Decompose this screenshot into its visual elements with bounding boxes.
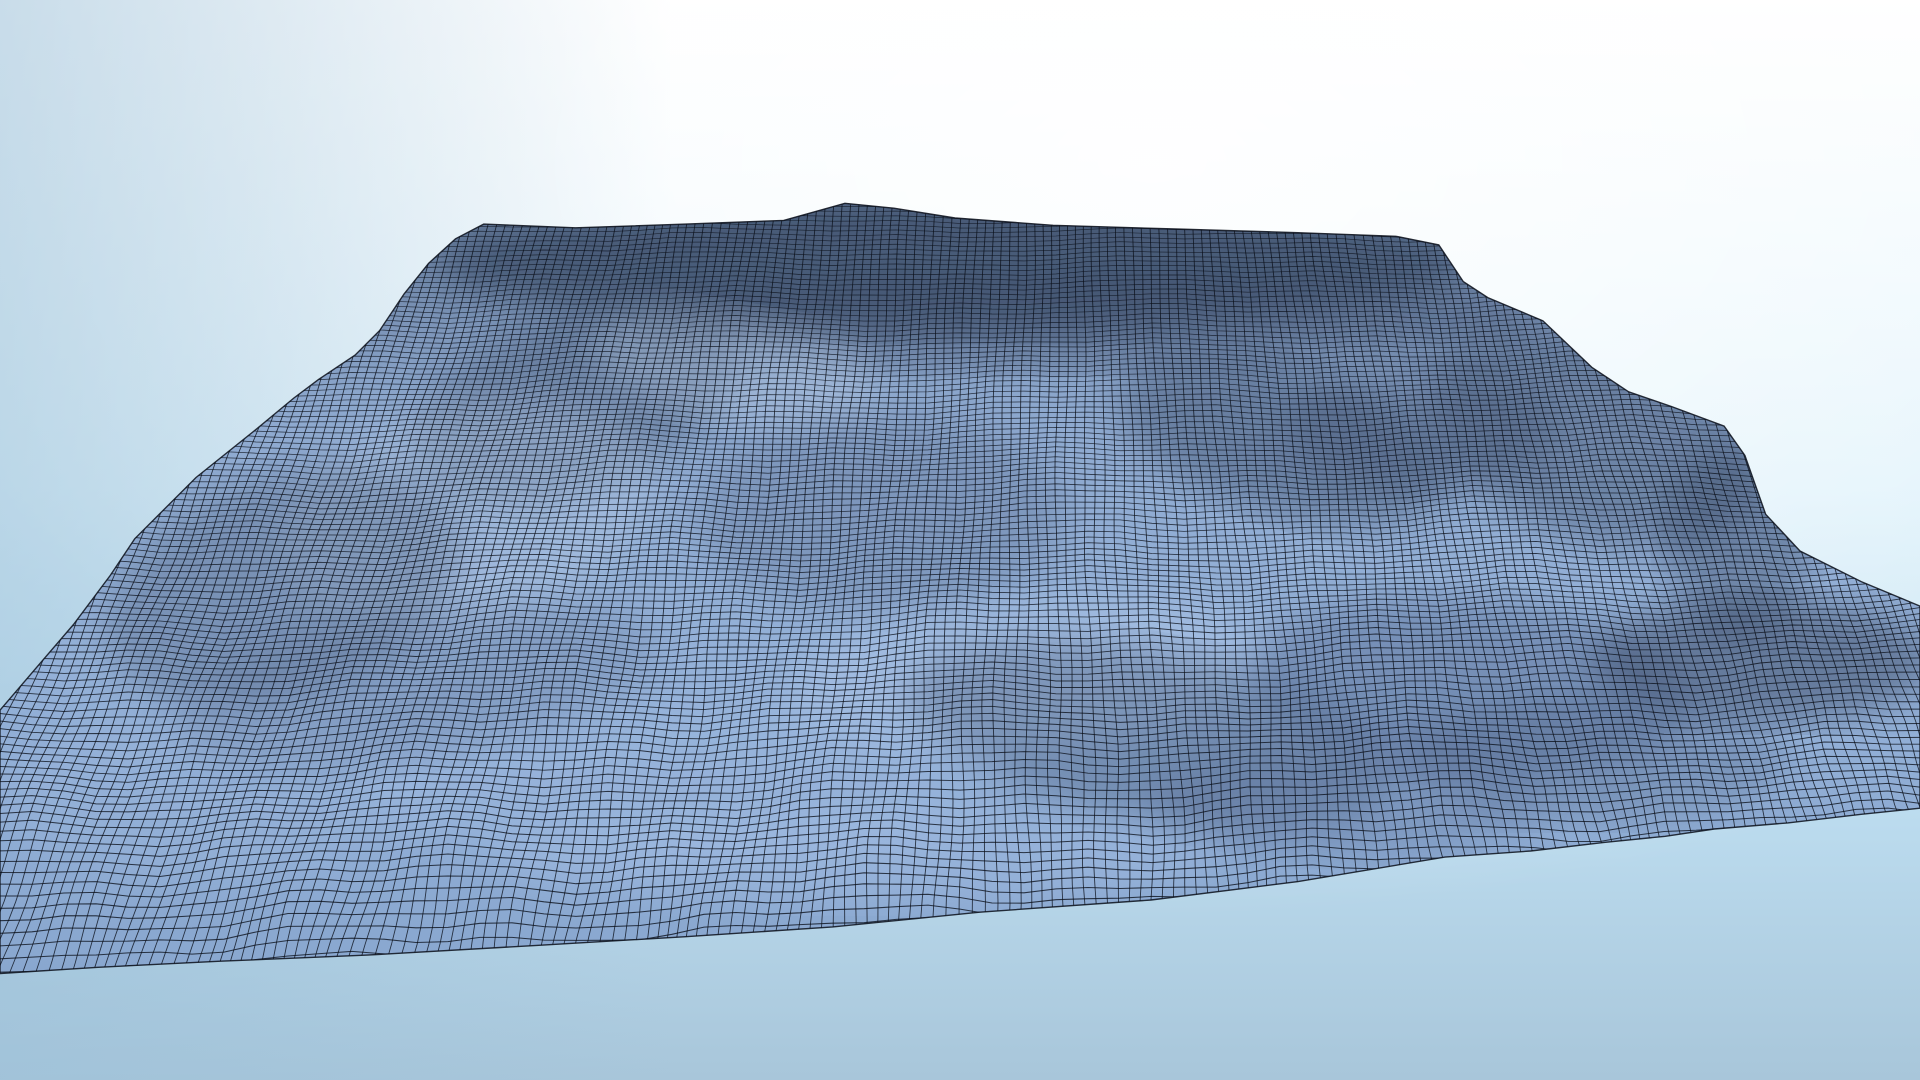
3d-viewport[interactable]: [0, 0, 1920, 1080]
terrain-scene[interactable]: [0, 0, 1920, 1080]
